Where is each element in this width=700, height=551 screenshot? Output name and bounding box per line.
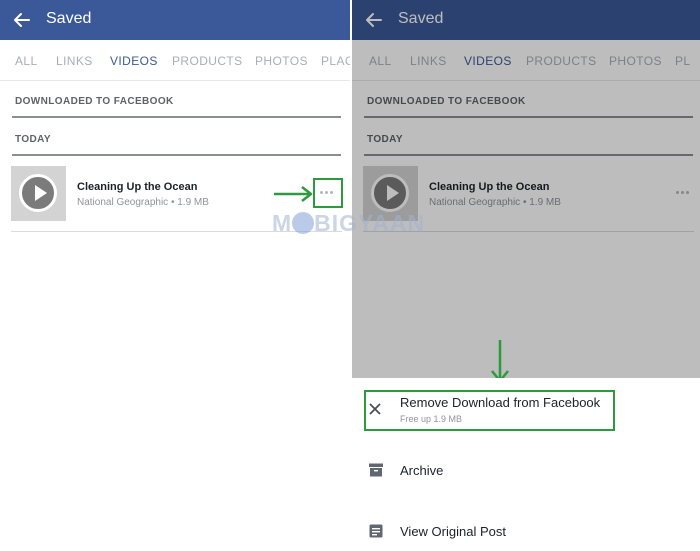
tab-videos[interactable]: VIDEOS <box>110 54 158 68</box>
video-thumbnail[interactable] <box>11 166 66 221</box>
watermark-logo: M BIGYAAN <box>272 210 426 236</box>
dim-overlay[interactable] <box>352 0 700 378</box>
archive-option[interactable]: Archive <box>352 448 700 492</box>
tab-places[interactable]: PLAC <box>321 54 350 68</box>
view-original-post-option[interactable]: View Original Post <box>352 509 700 551</box>
screenshot-stage: Saved ALL LINKS VIDEOS PRODUCTS PHOTOS P… <box>0 0 700 551</box>
tab-products[interactable]: PRODUCTS <box>172 54 243 68</box>
back-button[interactable] <box>8 6 36 34</box>
section-label: DOWNLOADED TO FACEBOOK <box>15 96 174 107</box>
annotation-highlight-box <box>313 178 343 208</box>
app-bar: Saved <box>0 0 350 40</box>
annotation-highlight-box <box>364 390 615 431</box>
document-icon <box>369 524 383 538</box>
section-downloaded: DOWNLOADED TO FACEBOOK <box>12 94 341 118</box>
watermark-o-icon <box>292 212 315 234</box>
item-title: Cleaning Up the Ocean <box>77 181 198 193</box>
tab-bar: ALL LINKS VIDEOS PRODUCTS PHOTOS PLAC <box>0 40 350 81</box>
right-screen: Saved ALL LINKS VIDEOS PRODUCTS PHOTOS P… <box>352 0 700 551</box>
arrow-left-icon <box>14 13 30 27</box>
bottom-sheet-menu: Remove Download from Facebook Free up 1.… <box>352 378 700 551</box>
play-icon <box>19 174 57 212</box>
section-today: TODAY <box>12 132 341 156</box>
annotation-arrow-right-icon <box>274 186 313 202</box>
archive-box-icon <box>369 463 383 477</box>
menu-item-label: View Original Post <box>400 524 506 539</box>
section-label: TODAY <box>15 134 51 145</box>
tab-links[interactable]: LINKS <box>56 54 93 68</box>
page-title: Saved <box>46 10 92 27</box>
menu-item-label: Archive <box>400 463 444 478</box>
tab-photos[interactable]: PHOTOS <box>255 54 308 68</box>
left-screen: Saved ALL LINKS VIDEOS PRODUCTS PHOTOS P… <box>0 0 350 551</box>
tab-all[interactable]: ALL <box>15 54 38 68</box>
item-meta: National Geographic • 1.9 MB <box>77 197 209 208</box>
